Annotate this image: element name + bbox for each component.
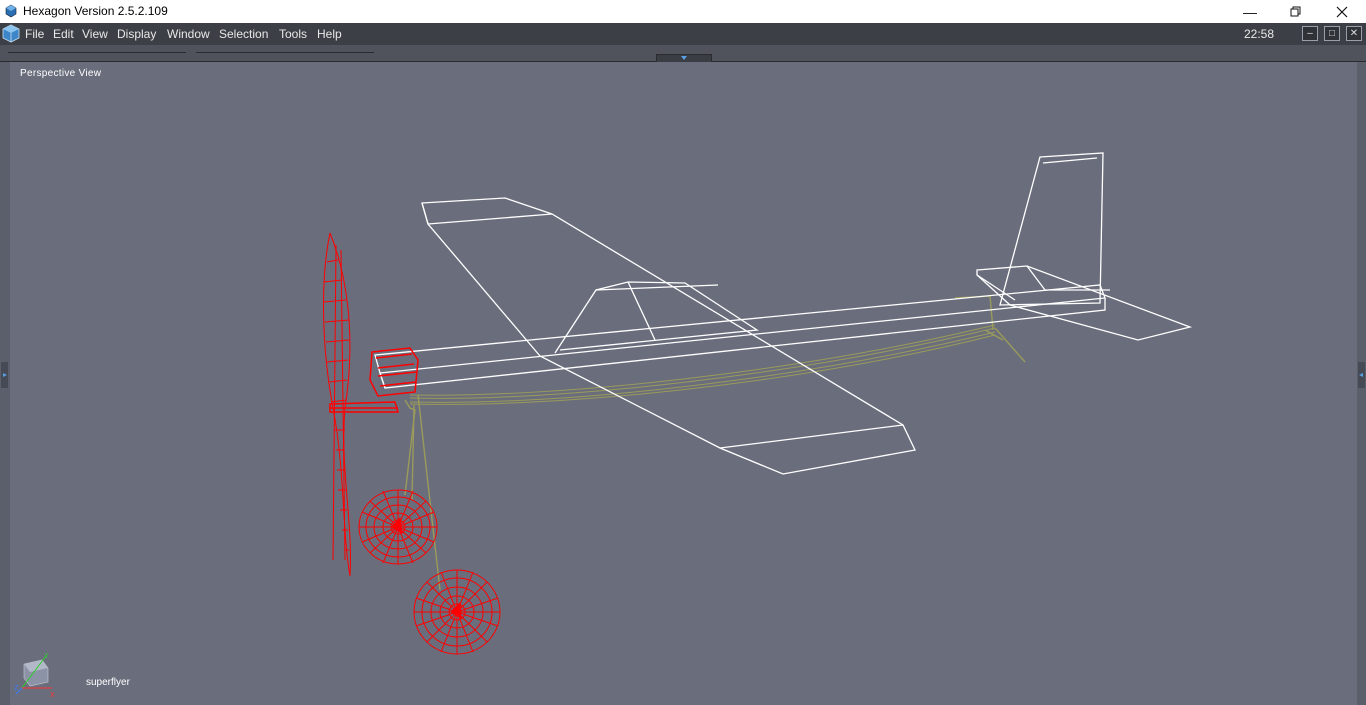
- airplane-wireframe-model[interactable]: [0, 0, 1366, 705]
- object-name-label: superflyer: [86, 677, 130, 688]
- gizmo-z-label: Z: [14, 685, 19, 692]
- landing-gear-wires: [404, 295, 1026, 591]
- gizmo-y-label: Y: [44, 653, 49, 660]
- front-wheel-wireframe: [358, 489, 438, 565]
- rubber-motor-strands: [409, 324, 996, 405]
- rear-wheel-wireframe: [413, 569, 501, 655]
- gizmo-x-label: X: [50, 692, 55, 698]
- axis-gizmo: Y Z X: [14, 653, 55, 698]
- main-wing-wireframe: [421, 197, 916, 475]
